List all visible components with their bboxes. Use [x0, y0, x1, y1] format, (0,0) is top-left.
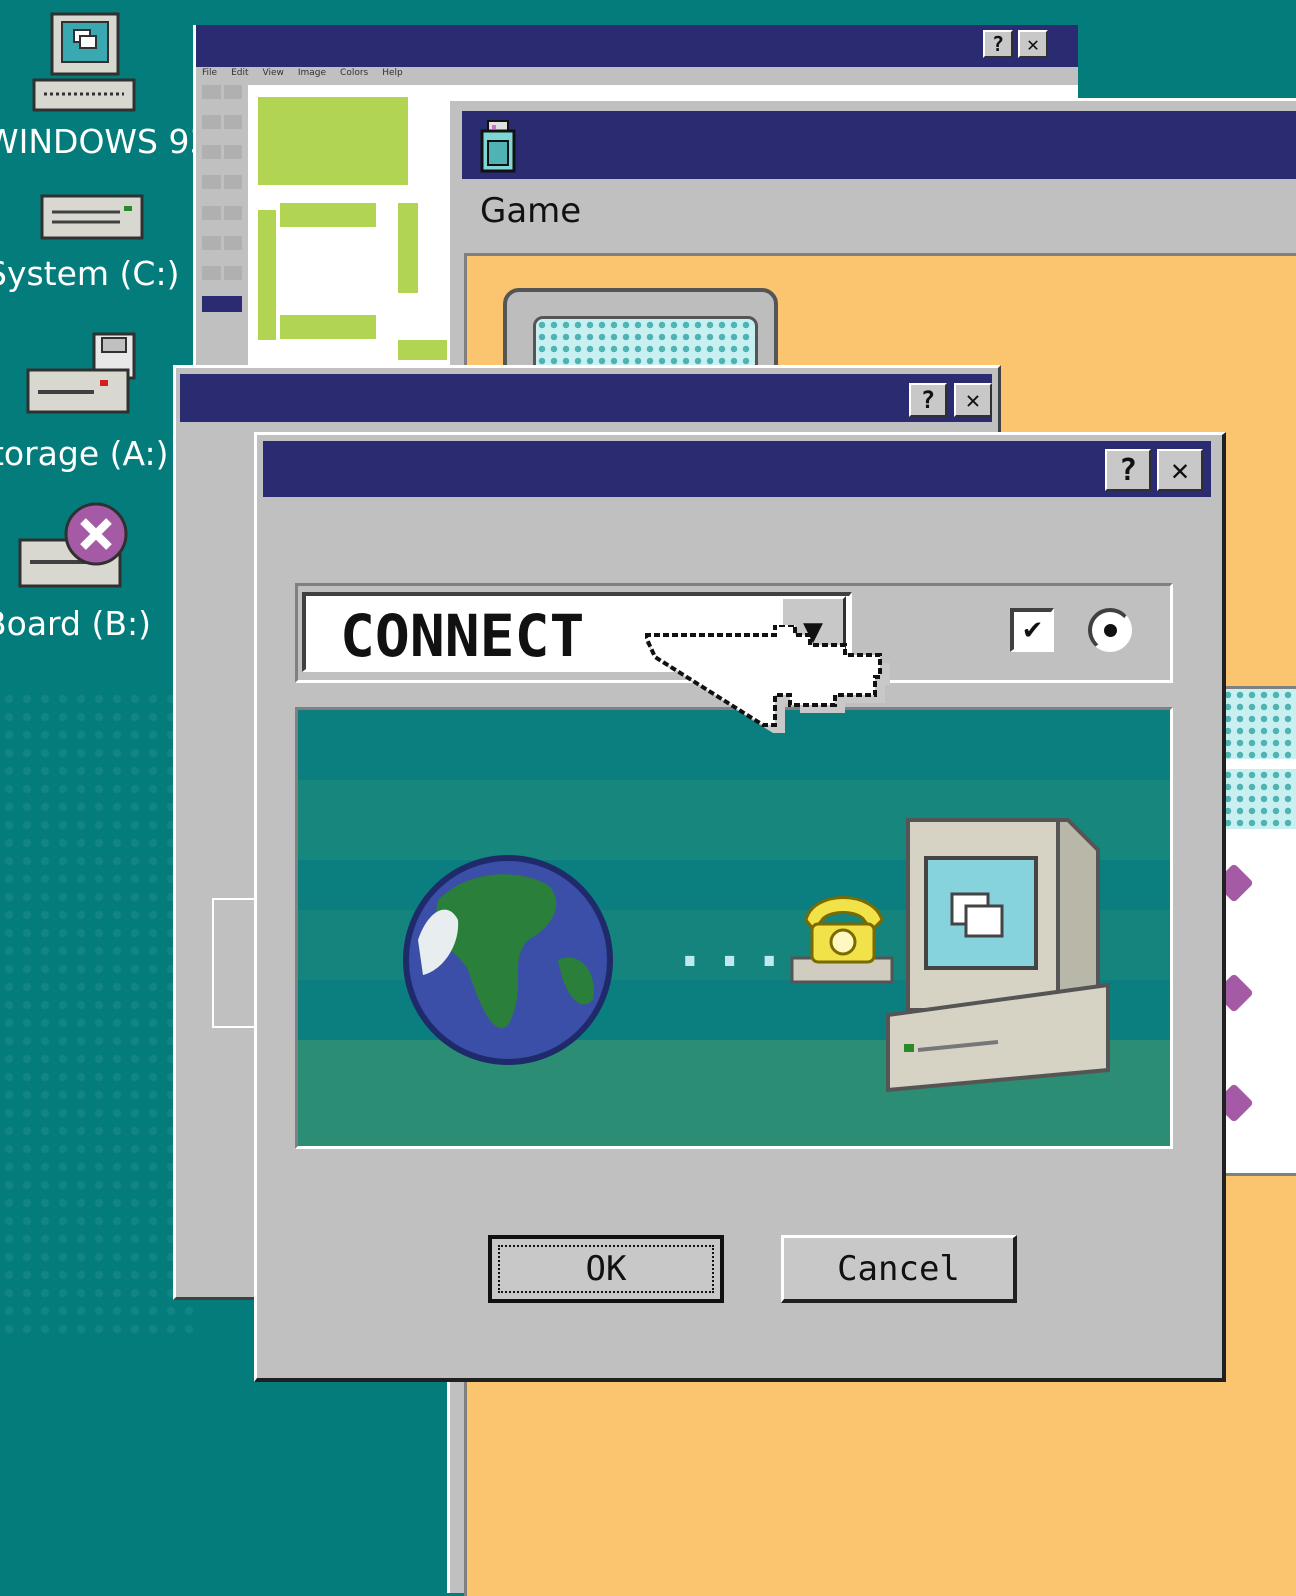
desktop-icon-label: Board (B:) — [0, 604, 151, 643]
canvas-shape — [258, 210, 276, 340]
jar-icon — [480, 120, 516, 173]
help-button[interactable]: ? — [983, 30, 1013, 58]
dropdown-value: CONNECT — [340, 602, 585, 670]
computer-icon — [32, 12, 136, 112]
game-title-label: Game — [480, 191, 582, 231]
menu-help[interactable]: Help — [382, 68, 403, 84]
desktop-icon-label: WINDOWS 93 — [0, 122, 211, 161]
checkmark-icon: ✔ — [1021, 615, 1044, 646]
ok-focus-ring — [498, 1245, 714, 1293]
dialog-titlebar[interactable] — [263, 441, 1211, 497]
connect-dialog[interactable]: ? ✕ CONNECT ▼ ✔ ... OK Cancel — [254, 432, 1226, 1382]
globe-icon — [403, 855, 613, 1065]
desktop-icon-board[interactable]: Board (B:) — [0, 500, 195, 660]
drive-error-icon — [18, 502, 128, 588]
middle-titlebar[interactable] — [180, 374, 992, 422]
desktop-icon-system[interactable]: System (C:) — [0, 188, 195, 308]
desktop-icon-label: System (C:) — [0, 254, 180, 293]
menu-image[interactable]: Image — [298, 68, 326, 84]
ok-button[interactable]: OK — [488, 1235, 724, 1303]
computer-icon — [886, 818, 1110, 1093]
menu-file[interactable]: File — [202, 68, 217, 84]
option-checkbox[interactable]: ✔ — [1010, 608, 1054, 652]
cancel-label: Cancel — [837, 1248, 960, 1289]
desktop-icon-windows93[interactable]: WINDOWS 93 — [0, 8, 211, 168]
paint-menubar: File Edit View Image Colors Help — [202, 68, 403, 84]
close-button[interactable]: ✕ — [954, 383, 992, 417]
floppy-drive-icon — [26, 332, 136, 414]
menu-edit[interactable]: Edit — [231, 68, 248, 84]
paint-titlebar[interactable] — [196, 25, 1078, 67]
connect-illustration: ... — [295, 707, 1173, 1149]
radio-dot — [1104, 624, 1117, 637]
menu-colors[interactable]: Colors — [340, 68, 368, 84]
desktop-pattern — [0, 690, 200, 1340]
canvas-shape — [398, 203, 418, 293]
canvas-shape — [258, 97, 408, 185]
menu-view[interactable]: View — [263, 68, 284, 84]
option-radio[interactable] — [1088, 608, 1132, 652]
game-titlebar[interactable] — [462, 111, 1296, 179]
desktop-icon-storage[interactable]: Storage (A:) — [0, 330, 195, 480]
connection-dots: ... — [673, 915, 793, 980]
canvas-shape — [280, 203, 376, 227]
cancel-button[interactable]: Cancel — [781, 1235, 1017, 1303]
help-button[interactable]: ? — [1105, 449, 1151, 491]
canvas-shape — [398, 340, 448, 360]
hard-drive-icon — [40, 194, 144, 240]
close-button[interactable]: ✕ — [1157, 449, 1203, 491]
hand-pointer-icon — [645, 625, 890, 733]
canvas-shape — [280, 315, 376, 339]
help-button[interactable]: ? — [909, 383, 947, 417]
desktop-icon-label: Storage (A:) — [0, 434, 169, 473]
close-button[interactable]: ✕ — [1018, 30, 1048, 58]
tool-palette[interactable] — [202, 85, 242, 325]
